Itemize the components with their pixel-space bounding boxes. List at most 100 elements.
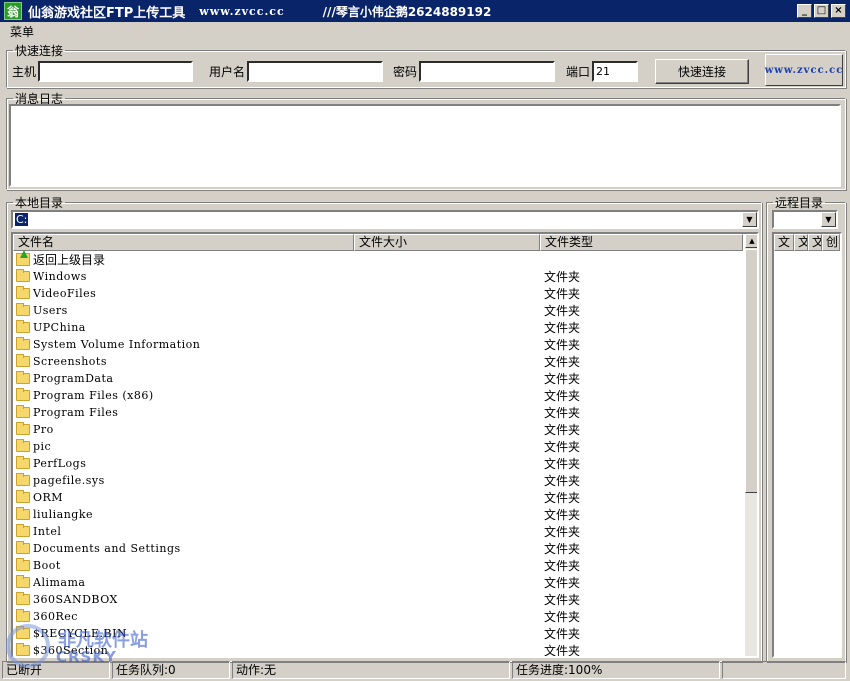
- quick-connect-legend: 快速连接: [15, 44, 64, 58]
- password-input[interactable]: [419, 61, 556, 82]
- remote-column-header[interactable]: 文: [774, 234, 794, 251]
- file-type: 文件夹: [544, 270, 581, 284]
- file-type: 文件夹: [544, 287, 581, 301]
- folder-icon: [16, 456, 30, 469]
- column-header-name[interactable]: 文件名: [13, 234, 354, 251]
- file-name: Screenshots: [33, 355, 107, 368]
- site-link-button[interactable]: www.zvcc.cc: [765, 54, 843, 86]
- folder-icon: [16, 337, 30, 350]
- local-file-row[interactable]: VideoFiles 文件夹: [13, 285, 743, 302]
- parent-directory-label: 返回上级目录: [33, 253, 106, 267]
- local-file-row[interactable]: pagefile.sys 文件夹: [13, 472, 743, 489]
- folder-icon: [16, 558, 30, 571]
- column-header-size[interactable]: 文件大小: [354, 234, 540, 251]
- local-file-row[interactable]: 360SANDBOX 文件夹: [13, 591, 743, 608]
- file-name: $RECYCLE.BIN: [33, 627, 128, 640]
- window-title: 仙翁游戏社区FTP上传工具: [28, 5, 186, 21]
- scroll-thumb[interactable]: [745, 249, 757, 493]
- title-extra: ///琴言小伟企鹅2624889192: [322, 4, 492, 19]
- folder-icon: [16, 524, 30, 537]
- local-file-row[interactable]: ORM 文件夹: [13, 489, 743, 506]
- remote-column-header[interactable]: 创: [822, 234, 840, 251]
- file-type: 文件夹: [544, 644, 581, 658]
- minimize-button[interactable]: _: [797, 4, 812, 18]
- status-action: 动作:无: [232, 661, 510, 679]
- remote-column-header[interactable]: 文: [794, 234, 808, 251]
- local-file-row[interactable]: System Volume Information 文件夹: [13, 336, 743, 353]
- local-list-scrollbar[interactable]: ▲: [745, 234, 757, 656]
- quick-connect-button[interactable]: 快速连接: [655, 59, 749, 84]
- folder-icon: [16, 405, 30, 418]
- local-file-row[interactable]: liuliangke 文件夹: [13, 506, 743, 523]
- chevron-down-icon[interactable]: ▼: [821, 212, 836, 227]
- file-name: 360SANDBOX: [33, 593, 118, 606]
- local-file-row[interactable]: Program Files (x86) 文件夹: [13, 387, 743, 404]
- scroll-up-arrow-icon[interactable]: ▲: [745, 234, 757, 248]
- menu-bar: 菜单: [0, 22, 850, 40]
- local-list-header: 文件名 文件大小 文件类型: [13, 234, 743, 251]
- file-name: Program Files (x86): [33, 389, 154, 402]
- file-name: Boot: [33, 559, 61, 572]
- menu-main[interactable]: 菜单: [10, 23, 34, 40]
- close-button[interactable]: ×: [831, 4, 846, 18]
- local-file-row[interactable]: pic 文件夹: [13, 438, 743, 455]
- local-path-combo[interactable]: C: ▼: [11, 210, 759, 229]
- file-type: 文件夹: [544, 491, 581, 505]
- username-input[interactable]: [247, 61, 384, 82]
- local-file-row[interactable]: Boot 文件夹: [13, 557, 743, 574]
- local-file-row[interactable]: Alimama 文件夹: [13, 574, 743, 591]
- local-file-row[interactable]: Users 文件夹: [13, 302, 743, 319]
- maximize-button[interactable]: □: [814, 4, 829, 18]
- file-type: 文件夹: [544, 440, 581, 454]
- folder-icon: [16, 490, 30, 503]
- local-file-row[interactable]: Program Files 文件夹: [13, 404, 743, 421]
- port-label: 端口: [566, 65, 591, 79]
- file-name: System Volume Information: [33, 338, 201, 351]
- local-file-row[interactable]: 360Rec 文件夹: [13, 608, 743, 625]
- local-file-row[interactable]: $RECYCLE.BIN 文件夹: [13, 625, 743, 642]
- file-type: 文件夹: [544, 304, 581, 318]
- file-name: $360Section: [33, 644, 109, 657]
- file-type: 文件夹: [544, 338, 581, 352]
- parent-directory-row[interactable]: 返回上级目录: [13, 250, 743, 268]
- local-file-row[interactable]: Pro 文件夹: [13, 421, 743, 438]
- column-header-type[interactable]: 文件类型: [540, 234, 743, 251]
- local-file-row[interactable]: $360Section 文件夹: [13, 642, 743, 658]
- file-name: Documents and Settings: [33, 542, 181, 555]
- file-type: 文件夹: [544, 627, 581, 641]
- local-file-row[interactable]: UPChina 文件夹: [13, 319, 743, 336]
- file-name: Users: [33, 304, 68, 317]
- folder-icon: [16, 303, 30, 316]
- status-progress: 任务进度:100%: [512, 661, 720, 679]
- host-input[interactable]: [38, 61, 194, 82]
- local-list-body: 返回上级目录 Windows 文件夹 VideoFiles 文件夹 Users 文件夹 UP…: [13, 250, 743, 658]
- folder-icon: [16, 269, 30, 282]
- folder-icon: [16, 626, 30, 639]
- remote-column-header[interactable]: 文: [808, 234, 822, 251]
- local-file-row[interactable]: Windows 文件夹: [13, 268, 743, 285]
- local-file-row[interactable]: ProgramData 文件夹: [13, 370, 743, 387]
- local-file-row[interactable]: Documents and Settings 文件夹: [13, 540, 743, 557]
- file-name: pagefile.sys: [33, 474, 105, 487]
- status-connection: 已断开: [2, 661, 110, 679]
- file-name: Alimama: [33, 576, 86, 589]
- file-name: Pro: [33, 423, 54, 436]
- file-type: 文件夹: [544, 508, 581, 522]
- local-file-row[interactable]: Intel 文件夹: [13, 523, 743, 540]
- folder-icon: [16, 422, 30, 435]
- remote-file-list[interactable]: 文 文 文 创: [772, 232, 842, 658]
- local-file-row[interactable]: Screenshots 文件夹: [13, 353, 743, 370]
- file-name: ProgramData: [33, 372, 114, 385]
- file-name: Windows: [33, 270, 87, 283]
- file-type: 文件夹: [544, 355, 581, 369]
- port-input[interactable]: [592, 61, 639, 82]
- folder-icon: [16, 354, 30, 367]
- folder-icon: [16, 286, 30, 299]
- folder-icon: [16, 592, 30, 605]
- local-file-row[interactable]: PerfLogs 文件夹: [13, 455, 743, 472]
- host-label: 主机: [12, 65, 37, 79]
- message-log-area[interactable]: [9, 104, 841, 187]
- local-file-list[interactable]: 文件名 文件大小 文件类型 返回上级目录 Windows 文件夹 VideoFile…: [11, 232, 759, 658]
- chevron-down-icon[interactable]: ▼: [742, 212, 757, 227]
- remote-path-combo[interactable]: ▼: [772, 210, 838, 229]
